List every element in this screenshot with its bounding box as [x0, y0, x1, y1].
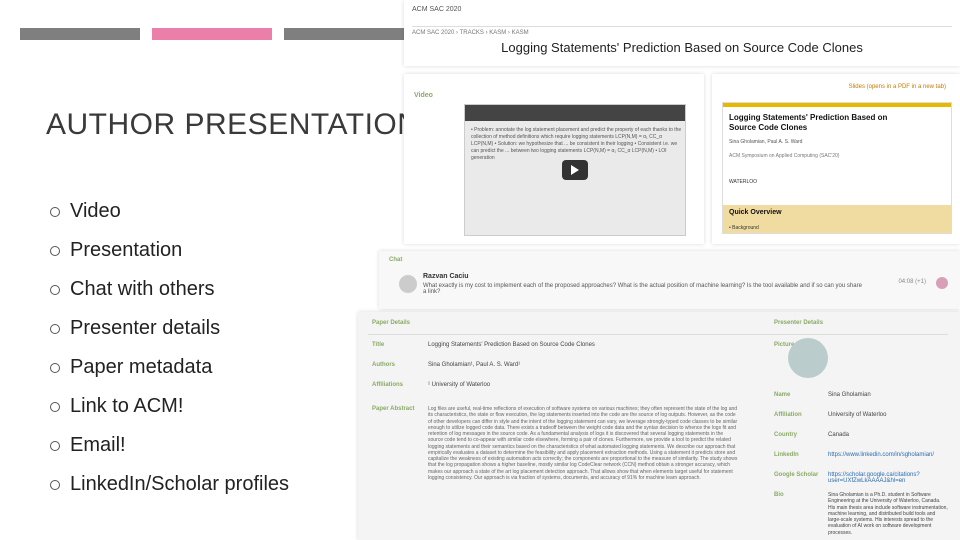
demo-page-title: Logging Statements' Prediction Based on … [404, 40, 960, 55]
label-title: Title [372, 342, 384, 348]
demo-header: ACM SAC 2020 ACM SAC 2020 › TRACKS › KAS… [404, 0, 960, 66]
label-affiliations: Affiliations [372, 382, 403, 388]
label-authors: Authors [372, 362, 395, 368]
accent-bar-pink [152, 28, 272, 40]
bullet-profiles: LinkedIn/Scholar profiles [50, 473, 289, 496]
university-logo: WATERLOO [729, 179, 757, 185]
value-authors: Sina Gholamian¹, Paul A. S. Ward¹ [428, 362, 738, 368]
quick-overview-title: Quick Overview [729, 209, 782, 216]
value-country: Canada [828, 432, 849, 438]
paper-details-label: Paper Details [372, 320, 410, 326]
label-bio: Bio [774, 492, 784, 498]
demo-chat-panel: Chat Razvan Caciu What exactly is my cos… [379, 251, 960, 309]
slide-heading: AUTHOR PRESENTATION [46, 108, 419, 142]
bullet-label: Paper metadata [70, 356, 212, 379]
bullet-video: Video [50, 200, 289, 223]
chevron-down-icon[interactable] [936, 277, 948, 289]
presenter-photo [788, 338, 828, 378]
avatar [399, 275, 417, 293]
chat-author-name: Razvan Caciu [423, 273, 469, 280]
value-affiliations: ¹ University of Waterloo [428, 382, 738, 388]
slide-venue: ACM Symposium on Applied Computing (SAC'… [729, 153, 839, 159]
chat-message: What exactly is my cost to implement eac… [423, 283, 863, 295]
slide-title: Logging Statements' Prediction Based on … [729, 113, 889, 132]
slide-authors: Sina Gholamian, Paul A. S. Ward [729, 139, 802, 145]
bullet-presenter: Presenter details [50, 317, 289, 340]
bullet-chat: Chat with others [50, 278, 289, 301]
value-linkedin[interactable]: https://www.linkedin.com/in/sgholamian/ [828, 452, 934, 458]
value-scholar[interactable]: https://scholar.google.ca/citations?user… [828, 472, 960, 484]
bullet-email: Email! [50, 434, 289, 457]
demo-metadata-panel: Paper Details Presenter Details Title Lo… [358, 312, 960, 540]
value-title: Logging Statements' Prediction Based on … [428, 342, 738, 348]
label-abstract: Paper Abstract [372, 406, 414, 412]
quick-overview-item: • Background [729, 225, 759, 231]
bullet-label: Email! [70, 434, 126, 457]
slide-frame[interactable]: Logging Statements' Prediction Based on … [722, 102, 952, 234]
conference-badge: ACM SAC 2020 [412, 6, 461, 13]
slide-root: AUTHOR PRESENTATION Video Presentation C… [0, 0, 960, 540]
slides-pdf-link[interactable]: Slides (opens in a PDF in a new tab) [849, 84, 946, 90]
bullet-label: Link to ACM! [70, 395, 183, 418]
value-bio: Sina Gholamian is a Ph.D. student in Sof… [828, 492, 948, 536]
bullet-presentation: Presentation [50, 239, 289, 262]
play-icon[interactable] [562, 160, 588, 180]
video-slide-text: • Problem: annotate the log statement pl… [471, 127, 685, 162]
bullet-list: Video Presentation Chat with others Pres… [50, 200, 289, 512]
video-titlebar [465, 105, 685, 121]
label-affiliation: Affiliation [774, 412, 802, 418]
value-name: Sina Gholamian [828, 392, 871, 398]
accent-bar-grey-1 [20, 28, 140, 40]
bullet-label: LinkedIn/Scholar profiles [70, 473, 289, 496]
value-abstract: Log files are useful, real-time reflecti… [428, 406, 738, 481]
bullet-label: Chat with others [70, 278, 215, 301]
chat-timestamp: 04:08 (+1) [898, 279, 926, 285]
slide-quick-overview: Quick Overview • Background [723, 205, 951, 233]
bullet-label: Presentation [70, 239, 182, 262]
breadcrumb: ACM SAC 2020 › TRACKS › KASM › KASM [412, 26, 952, 36]
slide-accent-bar [723, 103, 951, 107]
label-name: Name [774, 392, 790, 398]
demo-video-panel: Video • Problem: annotate the log statem… [404, 74, 704, 244]
bullet-label: Video [70, 200, 121, 223]
demo-slides-panel: Slides (opens in a PDF in a new tab) Log… [712, 74, 960, 244]
bullet-acm: Link to ACM! [50, 395, 289, 418]
video-section-label: Video [414, 92, 433, 99]
label-country: Country [774, 432, 797, 438]
label-scholar: Google Scholar [774, 472, 818, 478]
presenter-details-label: Presenter Details [774, 320, 823, 326]
bullet-label: Presenter details [70, 317, 220, 340]
bullet-metadata: Paper metadata [50, 356, 289, 379]
label-linkedin: LinkedIn [774, 452, 799, 458]
divider [368, 334, 948, 335]
video-player[interactable]: • Problem: annotate the log statement pl… [464, 104, 686, 236]
chat-section-label: Chat [389, 257, 402, 263]
accent-bar-grey-2 [284, 28, 404, 40]
value-affiliation: University of Waterloo [828, 412, 886, 418]
